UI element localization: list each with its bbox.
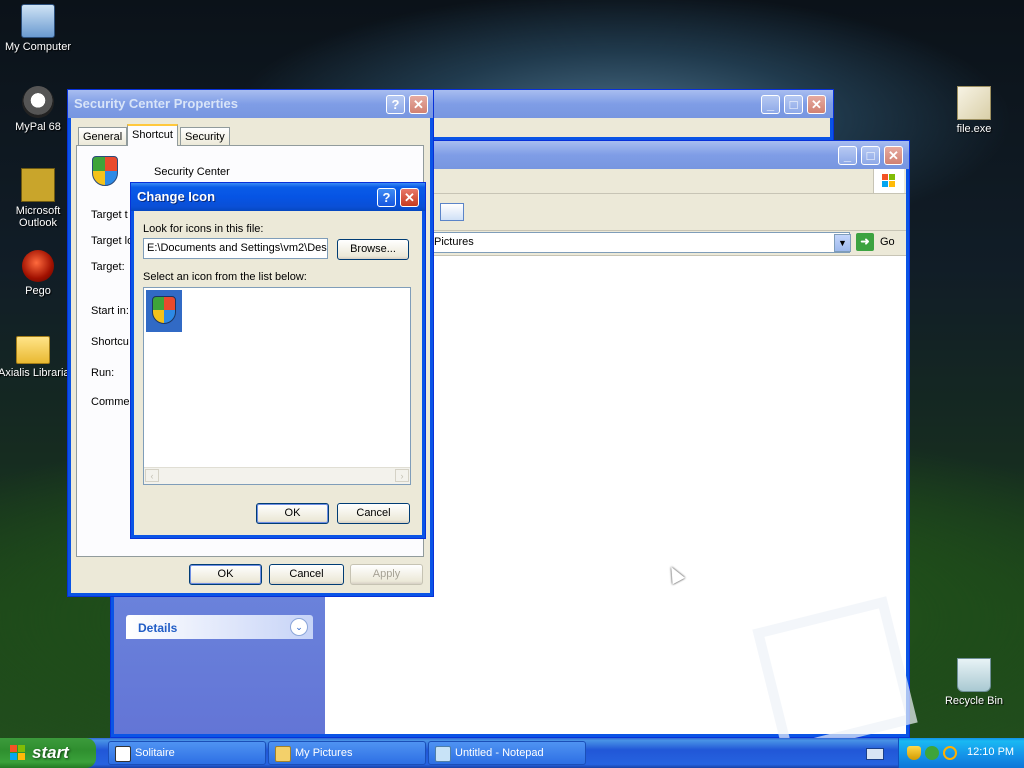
- chevron-down-icon[interactable]: ⌄: [290, 618, 308, 636]
- windows-logo-icon: [873, 169, 904, 193]
- pego-icon: [22, 250, 54, 282]
- close-icon[interactable]: ✕: [884, 146, 903, 165]
- views-icon[interactable]: [440, 203, 464, 221]
- app-name: Security Center: [154, 166, 230, 178]
- run-label: Run:: [91, 367, 115, 379]
- go-arrow-icon[interactable]: ➜: [856, 233, 874, 251]
- desktop-icon-my-computer[interactable]: My Computer: [0, 4, 78, 53]
- address-value: Pictures: [434, 236, 474, 248]
- desktop-icon-label: MyPal 68: [15, 121, 61, 133]
- file-exe-icon: [957, 86, 991, 120]
- scroll-left-icon[interactable]: ‹: [145, 469, 159, 482]
- select-icon-label: Select an icon from the list below:: [143, 271, 307, 283]
- background-window: _ □ ✕: [420, 89, 834, 141]
- icon-list[interactable]: ‹ ›: [143, 287, 411, 485]
- desktop-icon-file-exe[interactable]: file.exe: [934, 86, 1014, 135]
- go-label[interactable]: Go: [880, 236, 895, 248]
- tab-general[interactable]: General: [78, 127, 128, 145]
- desktop-icon-label: Axialis Librarian: [0, 367, 68, 379]
- taskbar-item-notepad[interactable]: Untitled - Notepad: [428, 741, 586, 765]
- desktop-icon-label: file.exe: [956, 123, 992, 135]
- scroll-right-icon[interactable]: ›: [395, 469, 409, 482]
- change-icon-dialog: Change Icon ? ✕ Look for icons in this f…: [130, 182, 426, 539]
- desktop-icon-label: Microsoft Outlook: [15, 205, 61, 229]
- ok-button[interactable]: OK: [189, 564, 262, 585]
- folder-icon: [275, 746, 291, 762]
- desktop-icon-axialis[interactable]: Axialis Librarian: [0, 330, 68, 379]
- close-icon[interactable]: ✕: [409, 95, 428, 114]
- pictures-watermark-icon: [752, 596, 918, 756]
- my-computer-icon: [21, 4, 55, 38]
- chevron-down-icon[interactable]: ▼: [834, 234, 851, 252]
- folder-icon: [16, 336, 50, 364]
- outlook-icon: [21, 168, 55, 202]
- clock[interactable]: 12:10 PM: [967, 746, 1014, 758]
- cancel-button[interactable]: Cancel: [337, 503, 410, 524]
- keyboard-icon[interactable]: [866, 748, 884, 760]
- address-input[interactable]: Pictures: [430, 232, 850, 253]
- network-icon[interactable]: [925, 746, 939, 760]
- security-shield-icon: [152, 296, 176, 324]
- start-label: start: [32, 743, 69, 762]
- properties-title: Security Center Properties: [74, 96, 239, 111]
- search-icon[interactable]: [943, 746, 957, 760]
- horizontal-scrollbar[interactable]: ‹ ›: [144, 467, 410, 484]
- solitaire-icon: [115, 746, 131, 762]
- mypal-icon: [22, 86, 54, 118]
- target-location-label: Target lo: [91, 235, 134, 247]
- close-icon[interactable]: ✕: [807, 95, 826, 114]
- taskbar: start Solitaire My Pictures Untitled - N…: [0, 738, 1024, 768]
- help-icon[interactable]: ?: [377, 188, 396, 207]
- shortcut-key-label: Shortcu: [91, 336, 129, 348]
- windows-logo-icon: [10, 745, 26, 761]
- start-button[interactable]: start: [0, 738, 96, 768]
- desktop-icon-recycle-bin[interactable]: Recycle Bin: [934, 658, 1014, 707]
- browse-button[interactable]: Browse...: [337, 239, 409, 260]
- icon-file-path-input[interactable]: E:\Documents and Settings\vm2\Des: [143, 238, 328, 259]
- desktop-icon-label: Pego: [25, 285, 51, 297]
- start-in-label: Start in:: [91, 305, 129, 317]
- minimize-icon[interactable]: _: [761, 95, 780, 114]
- tab-shortcut[interactable]: Shortcut: [127, 124, 178, 146]
- maximize-icon[interactable]: □: [861, 146, 880, 165]
- tab-security[interactable]: Security: [180, 127, 230, 145]
- security-shield-icon[interactable]: [907, 746, 921, 760]
- taskbar-item-solitaire[interactable]: Solitaire: [108, 741, 266, 765]
- details-label: Details: [138, 621, 178, 635]
- target-type-label: Target t: [91, 209, 128, 221]
- desktop-icon-label: My Computer: [4, 41, 72, 53]
- cancel-button[interactable]: Cancel: [269, 564, 344, 585]
- apply-button[interactable]: Apply: [350, 564, 423, 585]
- details-panel-header[interactable]: Details ⌄: [126, 615, 313, 639]
- comment-label: Commer: [91, 396, 134, 408]
- recycle-bin-icon: [957, 658, 991, 692]
- target-label: Target:: [91, 261, 125, 273]
- properties-titlebar[interactable]: Security Center Properties: [68, 90, 433, 118]
- close-icon[interactable]: ✕: [400, 188, 419, 207]
- ok-button[interactable]: OK: [256, 503, 329, 524]
- icon-list-item-selected[interactable]: [146, 290, 182, 332]
- taskbar-item-my-pictures[interactable]: My Pictures: [268, 741, 426, 765]
- minimize-icon[interactable]: _: [838, 146, 857, 165]
- desktop-icon-label: Recycle Bin: [944, 695, 1004, 707]
- help-icon[interactable]: ?: [386, 95, 405, 114]
- look-for-icons-label: Look for icons in this file:: [143, 223, 264, 235]
- change-icon-title: Change Icon: [137, 189, 216, 204]
- notepad-icon: [435, 746, 451, 762]
- system-tray: 12:10 PM: [898, 738, 1024, 768]
- security-shield-icon: [92, 156, 118, 186]
- maximize-icon[interactable]: □: [784, 95, 803, 114]
